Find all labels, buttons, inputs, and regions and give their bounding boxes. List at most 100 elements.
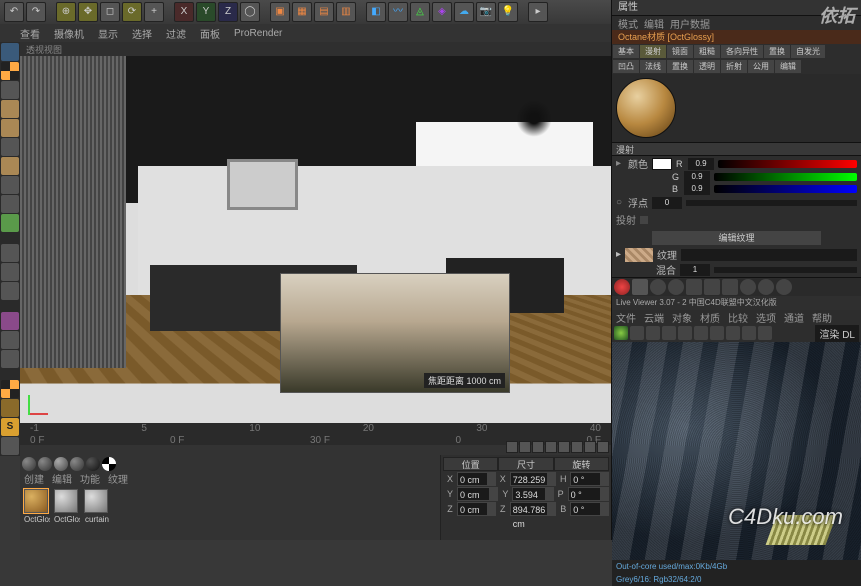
color-b-slider[interactable] xyxy=(714,185,857,193)
octane-ao-button[interactable] xyxy=(758,279,774,295)
texture-mode-button[interactable] xyxy=(1,62,19,80)
oct-menu-cloud[interactable]: 云端 xyxy=(644,310,664,325)
render-pv-button[interactable]: ▤ xyxy=(314,2,334,22)
tweak-button[interactable] xyxy=(1,138,19,156)
tab-diffuse[interactable]: 漫射 xyxy=(640,45,666,58)
vp-btn-8[interactable] xyxy=(597,441,609,453)
render-view-button[interactable]: ▣ xyxy=(270,2,290,22)
mat-preview-sphere[interactable] xyxy=(54,457,68,471)
octane-icon[interactable] xyxy=(646,326,660,340)
color-r-slider[interactable] xyxy=(718,160,857,168)
vp-btn-3[interactable] xyxy=(532,441,544,453)
vp-btn-1[interactable] xyxy=(506,441,518,453)
vp-btn-4[interactable] xyxy=(545,441,557,453)
primitive-button[interactable]: ◧ xyxy=(366,2,386,22)
isolate-button[interactable] xyxy=(1,214,19,232)
reference-image-overlay[interactable]: 焦距距离 1000 cm xyxy=(280,273,510,393)
symmetry-button[interactable]: S xyxy=(1,418,19,436)
oct-menu-help[interactable]: 帮助 xyxy=(812,310,832,325)
mat-preview-checker[interactable] xyxy=(102,457,116,471)
menu-cameras[interactable]: 摄像机 xyxy=(54,26,84,41)
tab-specular[interactable]: 镜面 xyxy=(667,45,693,58)
mat-preview-sphere[interactable] xyxy=(38,457,52,471)
mat-menu-function[interactable]: 功能 xyxy=(80,471,100,485)
oct-menu-objects[interactable]: 对象 xyxy=(672,310,692,325)
tab-opacity[interactable]: 透明 xyxy=(694,60,720,73)
mat-preview-sphere[interactable] xyxy=(86,457,100,471)
attr-menu-mode[interactable]: 模式 xyxy=(618,16,638,31)
float-slider[interactable] xyxy=(686,200,857,206)
environment-button[interactable]: ☁ xyxy=(454,2,474,22)
tab-roughness[interactable]: 粗糙 xyxy=(694,45,720,58)
arrow-icon[interactable]: ▸ xyxy=(616,158,624,169)
snap-enable-button[interactable] xyxy=(1,244,19,262)
spline-button[interactable]: 〰 xyxy=(388,2,408,22)
oct-menu-file[interactable]: 文件 xyxy=(616,310,636,325)
mat-preview-sphere[interactable] xyxy=(70,457,84,471)
tab-normal[interactable]: 法线 xyxy=(640,60,666,73)
quantize-button[interactable] xyxy=(1,437,19,455)
octane-clay-button[interactable] xyxy=(776,279,792,295)
octane-icon[interactable] xyxy=(662,326,676,340)
color-b-input[interactable]: 0.9 xyxy=(684,183,710,195)
octane-focus-button[interactable] xyxy=(740,279,756,295)
attr-menu-edit[interactable]: 编辑 xyxy=(644,16,664,31)
menu-filter[interactable]: 过滤 xyxy=(166,26,186,41)
locked-workplane-button[interactable] xyxy=(1,312,19,330)
projection-checkbox[interactable] xyxy=(640,216,648,224)
rot-b-input[interactable]: 0 ° xyxy=(570,502,601,516)
render-settings-button[interactable]: ▥ xyxy=(336,2,356,22)
edit-texture-button[interactable]: 编辑纹理 xyxy=(652,231,821,245)
axis-x-button[interactable]: X xyxy=(174,2,194,22)
menu-view[interactable]: 查看 xyxy=(20,26,40,41)
pos-x-input[interactable]: 0 cm xyxy=(457,472,488,486)
rot-p-input[interactable]: 0 ° xyxy=(568,487,601,501)
menu-panel[interactable]: 面板 xyxy=(200,26,220,41)
octane-icon[interactable] xyxy=(678,326,692,340)
color-g-input[interactable]: 0.9 xyxy=(684,171,710,183)
polygon-mode-button[interactable] xyxy=(1,119,19,137)
octane-refresh-button[interactable] xyxy=(668,279,684,295)
color-r-input[interactable]: 0.9 xyxy=(688,158,714,170)
tab-emission[interactable]: 自发光 xyxy=(791,45,825,58)
tab-common[interactable]: 公用 xyxy=(748,60,774,73)
texture-thumbnail[interactable] xyxy=(625,248,653,262)
rot-h-input[interactable]: 0 ° xyxy=(570,472,601,486)
octane-stop-button[interactable] xyxy=(632,279,648,295)
octane-pin-icon[interactable] xyxy=(758,326,772,340)
mix-slider[interactable] xyxy=(714,267,857,273)
pos-y-input[interactable]: 0 cm xyxy=(457,487,490,501)
redo-button[interactable]: ↷ xyxy=(26,2,46,22)
octane-icon[interactable] xyxy=(742,326,756,340)
last-tool-button[interactable]: + xyxy=(144,2,164,22)
material-item[interactable]: OctGloss xyxy=(24,489,50,524)
mat-menu-edit[interactable]: 编辑 xyxy=(52,471,72,485)
mix-input[interactable]: 1 xyxy=(680,264,710,276)
edge-mode-button[interactable] xyxy=(1,100,19,118)
selection-filter-button[interactable] xyxy=(1,380,19,398)
misc-tool-button[interactable]: ▸ xyxy=(528,2,548,22)
color-swatch[interactable] xyxy=(652,158,672,170)
model-mode-button[interactable] xyxy=(1,43,19,61)
axis-tool-button[interactable] xyxy=(1,176,19,194)
workplane-button[interactable] xyxy=(1,81,19,99)
undo-button[interactable]: ↶ xyxy=(4,2,24,22)
octane-lock-button[interactable] xyxy=(686,279,702,295)
auto-workplane-button[interactable] xyxy=(1,350,19,368)
live-select-button[interactable]: ⊕ xyxy=(56,2,76,22)
material-preview-sphere[interactable] xyxy=(616,78,676,138)
axis-y-button[interactable]: Y xyxy=(196,2,216,22)
size-z-input[interactable]: 894.786 cm xyxy=(510,502,549,516)
axis-z-button[interactable]: Z xyxy=(218,2,238,22)
mat-menu-create[interactable]: 创建 xyxy=(24,471,44,485)
oct-menu-compare[interactable]: 比较 xyxy=(728,310,748,325)
octane-settings-icon[interactable] xyxy=(614,326,628,340)
vp-btn-7[interactable] xyxy=(584,441,596,453)
attr-menu-userdata[interactable]: 用户数据 xyxy=(670,16,710,31)
tab-index[interactable]: 折射 xyxy=(721,60,747,73)
vp-btn-5[interactable] xyxy=(558,441,570,453)
color-g-slider[interactable] xyxy=(714,173,857,181)
tab-bump[interactable]: 凹凸 xyxy=(613,60,639,73)
tab-sheen[interactable]: 置换 xyxy=(764,45,790,58)
world-button[interactable]: ◯ xyxy=(240,2,260,22)
